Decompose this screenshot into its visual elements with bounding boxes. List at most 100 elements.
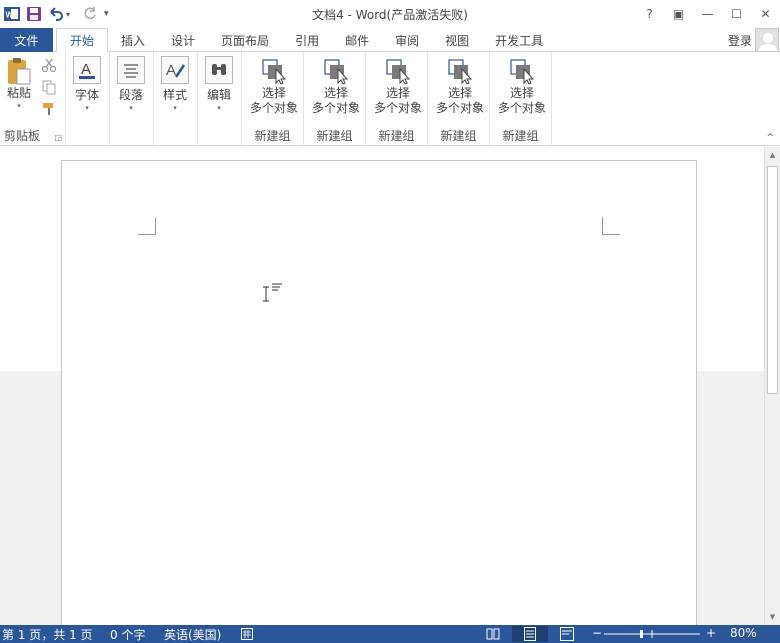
zoom-level[interactable]: 80% — [730, 626, 757, 640]
select-multiple-objects-button[interactable]: 选择 多个对象 — [308, 56, 364, 116]
ribbon-display-options-button[interactable]: ▣ — [664, 0, 693, 28]
select-objects-line2: 多个对象 — [435, 101, 484, 115]
clipboard-dialog-launcher-icon[interactable]: ◲ — [54, 133, 62, 142]
scroll-down-icon[interactable]: ▼ — [765, 609, 780, 625]
scroll-up-icon[interactable]: ▲ — [765, 147, 780, 163]
document-page[interactable] — [61, 160, 697, 640]
select-objects-icon — [445, 56, 475, 86]
tab-insert[interactable]: 插入 — [108, 28, 158, 52]
select-multiple-objects-button[interactable]: 选择 多个对象 — [246, 56, 302, 116]
select-objects-line1: 选择 — [509, 86, 534, 100]
margin-corner-top-left — [138, 217, 156, 235]
web-layout-icon[interactable] — [558, 626, 576, 642]
font-group: A 字体 ▾ — [66, 52, 110, 146]
select-objects-line2: 多个对象 — [311, 101, 360, 115]
tab-page-layout[interactable]: 页面布局 — [208, 28, 282, 52]
select-objects-line2: 多个对象 — [497, 101, 546, 115]
ribbon-tabs: 开始 插入 设计 页面布局 引用 邮件 审阅 视图 开发工具 — [56, 28, 556, 53]
editing-dropdown-icon: ▾ — [217, 104, 221, 112]
text-cursor-icon — [261, 281, 285, 306]
find-binoculars-icon — [205, 56, 233, 84]
title-bar: W ▾ ▾ 文档4 - Word(产品激活失败) ? ▣ — ☐ ✕ — [0, 0, 780, 28]
paragraph-dropdown-icon: ▾ — [129, 104, 133, 112]
custom-group-5: 选择 多个对象 新建组 — [490, 52, 552, 146]
vertical-scrollbar[interactable]: ▲ ▼ — [764, 147, 780, 625]
format-painter-icon[interactable] — [40, 100, 58, 118]
new-group-label: 新建组 — [440, 129, 477, 143]
styles-icon: A — [161, 56, 189, 84]
tab-developer[interactable]: 开发工具 — [482, 28, 556, 52]
sign-in-link[interactable]: 登录 — [728, 32, 752, 49]
svg-text:A: A — [81, 61, 91, 78]
select-multiple-objects-button[interactable]: 选择 多个对象 — [494, 56, 550, 116]
custom-group-1: 选择 多个对象 新建组 — [242, 52, 304, 146]
select-objects-icon — [507, 56, 537, 86]
select-multiple-objects-button[interactable]: 选择 多个对象 — [370, 56, 426, 116]
avatar[interactable] — [755, 28, 779, 52]
paragraph-button[interactable]: 段落 ▾ — [117, 56, 145, 113]
document-area — [0, 147, 764, 640]
paste-button[interactable]: 粘贴 ▾ — [4, 56, 34, 111]
editing-group: 编辑 ▾ — [198, 52, 242, 146]
select-objects-line1: 选择 — [323, 86, 348, 100]
scrollbar-thumb[interactable] — [767, 166, 778, 394]
new-group-label: 新建组 — [316, 129, 353, 143]
select-objects-line2: 多个对象 — [249, 101, 298, 115]
font-label: 字体 — [74, 88, 99, 102]
zoom-in-button[interactable]: + — [706, 626, 716, 640]
paragraph-label: 段落 — [118, 88, 143, 102]
styles-dropdown-icon: ▾ — [173, 104, 177, 112]
tab-file[interactable]: 文件 — [0, 28, 53, 52]
tab-home[interactable]: 开始 — [56, 28, 109, 53]
word-count[interactable]: 0 个字 — [110, 626, 145, 643]
cut-icon[interactable] — [40, 56, 58, 74]
font-dropdown-icon: ▾ — [85, 104, 89, 112]
zoom-out-button[interactable]: − — [592, 626, 602, 640]
tab-review[interactable]: 审阅 — [382, 28, 432, 52]
custom-group-3: 选择 多个对象 新建组 — [366, 52, 428, 146]
editing-button[interactable]: 编辑 ▾ — [205, 56, 233, 113]
tab-design[interactable]: 设计 — [158, 28, 208, 52]
ribbon: 粘贴 ▾ 剪贴板 ◲ A 字体 ▾ 段落 ▾ A 样式 ▾ 编辑 ▾ 选择 多个… — [0, 52, 780, 146]
select-objects-icon — [259, 56, 289, 86]
zoom-slider[interactable] — [604, 626, 700, 642]
styles-button[interactable]: A 样式 ▾ — [161, 56, 189, 113]
select-objects-icon — [321, 56, 351, 86]
paragraph-icon — [117, 56, 145, 84]
clipboard-icon — [4, 56, 34, 86]
select-objects-line1: 选择 — [447, 86, 472, 100]
clipboard-small-buttons — [40, 56, 58, 118]
font-button[interactable]: A 字体 ▾ — [73, 56, 101, 113]
paste-dropdown-icon: ▾ — [17, 102, 21, 110]
select-objects-line1: 选择 — [261, 86, 286, 100]
collapse-ribbon-icon[interactable]: ^ — [766, 133, 774, 143]
svg-text:A: A — [166, 62, 176, 79]
print-layout-icon[interactable] — [512, 626, 548, 642]
select-objects-icon — [383, 56, 413, 86]
maximize-button[interactable]: ☐ — [722, 0, 751, 28]
tab-mailings[interactable]: 邮件 — [332, 28, 382, 52]
select-objects-line2: 多个对象 — [373, 101, 422, 115]
minimize-button[interactable]: — — [693, 0, 722, 28]
paste-label: 粘贴 — [6, 86, 31, 100]
select-objects-line1: 选择 — [385, 86, 410, 100]
new-group-label: 新建组 — [254, 129, 291, 143]
copy-icon[interactable] — [40, 78, 58, 96]
close-button[interactable]: ✕ — [751, 0, 780, 28]
language[interactable]: 英语(美国) — [164, 626, 221, 643]
select-multiple-objects-button[interactable]: 选择 多个对象 — [432, 56, 488, 116]
custom-group-4: 选择 多个对象 新建组 — [428, 52, 490, 146]
new-group-label: 新建组 — [502, 129, 539, 143]
styles-label: 样式 — [162, 88, 187, 102]
help-button[interactable]: ? — [635, 0, 664, 28]
macro-record-icon[interactable] — [240, 626, 254, 642]
paragraph-group: 段落 ▾ — [110, 52, 154, 146]
read-mode-icon[interactable] — [484, 626, 502, 642]
window-controls: ? ▣ — ☐ ✕ — [635, 0, 780, 28]
editing-label: 编辑 — [206, 88, 231, 102]
tab-references[interactable]: 引用 — [282, 28, 332, 52]
custom-group-2: 选择 多个对象 新建组 — [304, 52, 366, 146]
page-count[interactable]: 第 1 页，共 1 页 — [2, 626, 93, 643]
clipboard-group: 粘贴 ▾ 剪贴板 ◲ — [0, 52, 66, 146]
tab-view[interactable]: 视图 — [432, 28, 482, 52]
